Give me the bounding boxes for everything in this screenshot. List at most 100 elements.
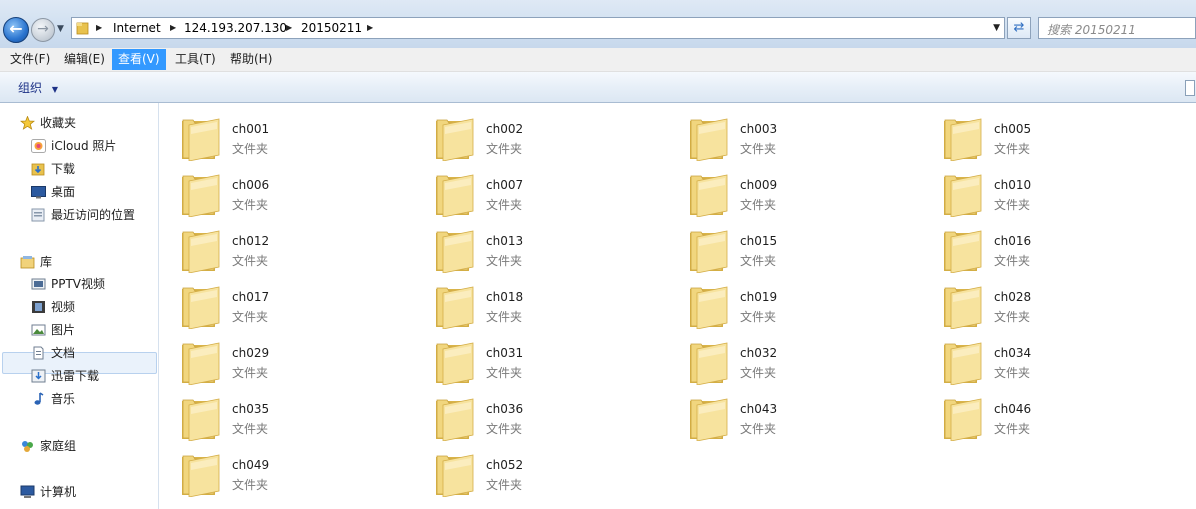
folder-item[interactable]: ch043 文件夹 — [687, 389, 937, 441]
folder-type: 文件夹 — [994, 142, 1031, 156]
folder-type: 文件夹 — [994, 198, 1031, 212]
menu-edit[interactable]: 编辑(E) — [58, 49, 111, 70]
help-icon[interactable] — [1185, 80, 1195, 96]
folder-icon — [182, 454, 220, 497]
video-library-icon — [31, 278, 46, 290]
refresh-button[interactable]: ⇄ — [1007, 17, 1031, 39]
chevron-right-icon[interactable]: ▶ — [170, 23, 176, 32]
folder-item[interactable]: ch028 文件夹 — [941, 277, 1191, 329]
folder-item[interactable]: ch034 文件夹 — [941, 333, 1191, 385]
folder-item[interactable]: ch035 文件夹 — [179, 389, 429, 441]
menu-help[interactable]: 帮助(H) — [224, 49, 278, 70]
music-note-icon — [34, 392, 44, 405]
folder-icon — [182, 342, 220, 385]
folder-icon — [436, 174, 474, 217]
folder-name: ch003 — [740, 122, 778, 136]
folder-item[interactable]: ch032 文件夹 — [687, 333, 937, 385]
folder-item[interactable]: ch016 文件夹 — [941, 221, 1191, 273]
folder-item[interactable]: ch046 文件夹 — [941, 389, 1191, 441]
folder-name: ch031 — [486, 346, 524, 360]
film-icon — [32, 301, 45, 313]
nav-label: 图片 — [51, 323, 76, 337]
breadcrumb-folder[interactable]: 20150211 — [301, 21, 362, 35]
organize-button[interactable]: 组织 ▼ — [18, 79, 58, 96]
address-bar-row: ← → ▼ ▶ Internet ▶ 124.193.207.130 ▶ 201… — [0, 0, 1196, 48]
folder-item[interactable]: ch006 文件夹 — [179, 165, 429, 217]
menu-tools[interactable]: 工具(T) — [169, 49, 222, 70]
folder-item[interactable]: ch009 文件夹 — [687, 165, 937, 217]
folder-icon — [436, 454, 474, 497]
pictures-icon — [31, 324, 46, 336]
address-box[interactable]: ▶ Internet ▶ 124.193.207.130 ▶ 20150211 … — [71, 17, 1005, 39]
folder-item[interactable]: ch015 文件夹 — [687, 221, 937, 273]
folder-name: ch017 — [232, 290, 270, 304]
icloud-photos-icon — [31, 139, 46, 153]
library-icon — [20, 256, 35, 269]
folder-name: ch006 — [232, 178, 270, 192]
navigation-pane: 收藏夹 iCloud 照片 下载 桌面 最近访问的位置 库 PPTV视频 视频 … — [0, 103, 159, 509]
folder-item[interactable]: ch017 文件夹 — [179, 277, 429, 329]
folder-name: ch005 — [994, 122, 1032, 136]
folder-name: ch010 — [994, 178, 1032, 192]
folder-item[interactable]: ch010 文件夹 — [941, 165, 1191, 217]
folder-name: ch012 — [232, 234, 270, 248]
folder-icon — [182, 230, 220, 273]
folder-type: 文件夹 — [486, 478, 523, 492]
breadcrumb-ip[interactable]: 124.193.207.130 — [184, 21, 287, 35]
forward-button[interactable]: → — [31, 18, 55, 42]
folder-item[interactable]: ch036 文件夹 — [433, 389, 683, 441]
recent-pages-dropdown[interactable]: ▼ — [57, 24, 64, 34]
folder-item[interactable]: ch005 文件夹 — [941, 109, 1191, 161]
address-dropdown-icon[interactable]: ▼ — [993, 23, 1000, 33]
folder-name: ch007 — [486, 178, 524, 192]
back-button[interactable]: ← — [3, 17, 29, 43]
folder-name: ch029 — [232, 346, 270, 360]
chevron-right-icon[interactable]: ▶ — [286, 23, 292, 32]
folder-type: 文件夹 — [740, 198, 777, 212]
folder-icon — [436, 398, 474, 441]
nav-label: 视频 — [51, 300, 76, 314]
folder-item[interactable]: ch052 文件夹 — [433, 445, 683, 497]
folder-icon — [690, 230, 728, 273]
folder-type: 文件夹 — [486, 198, 523, 212]
folder-icon — [436, 342, 474, 385]
folder-type: 文件夹 — [486, 366, 523, 380]
folder-name: ch049 — [232, 458, 270, 472]
folder-name: ch043 — [740, 402, 778, 416]
folder-type: 文件夹 — [232, 366, 269, 380]
menu-view[interactable]: 查看(V) — [112, 49, 166, 70]
folder-type: 文件夹 — [486, 142, 523, 156]
folder-item[interactable]: ch019 文件夹 — [687, 277, 937, 329]
folder-item[interactable]: ch003 文件夹 — [687, 109, 937, 161]
folder-type: 文件夹 — [740, 422, 777, 436]
menu-file[interactable]: 文件(F) — [4, 49, 56, 70]
folder-item[interactable]: ch013 文件夹 — [433, 221, 683, 273]
folder-item[interactable]: ch001 文件夹 — [179, 109, 429, 161]
folder-icon — [944, 398, 982, 441]
search-input[interactable]: 搜索 20150211 — [1038, 17, 1196, 39]
nav-label: 最近访问的位置 — [51, 208, 136, 222]
folder-item[interactable]: ch002 文件夹 — [433, 109, 683, 161]
folder-name: ch013 — [486, 234, 524, 248]
folder-item[interactable]: ch031 文件夹 — [433, 333, 683, 385]
folder-name: ch034 — [994, 346, 1032, 360]
folder-item[interactable]: ch049 文件夹 — [179, 445, 429, 497]
folder-icon — [690, 174, 728, 217]
breadcrumb-internet[interactable]: Internet — [113, 21, 161, 35]
star-icon — [20, 116, 35, 130]
homegroup-icon — [22, 441, 33, 452]
folder-type: 文件夹 — [232, 254, 269, 268]
folder-name: ch018 — [486, 290, 524, 304]
chevron-right-icon[interactable]: ▶ — [367, 23, 373, 32]
folder-item[interactable]: ch029 文件夹 — [179, 333, 429, 385]
folder-name: ch028 — [994, 290, 1032, 304]
folder-item[interactable]: ch018 文件夹 — [433, 277, 683, 329]
chevron-down-icon: ▼ — [51, 85, 58, 94]
folder-icon — [182, 286, 220, 329]
folder-item[interactable]: ch007 文件夹 — [433, 165, 683, 217]
chevron-right-icon[interactable]: ▶ — [96, 23, 102, 32]
folder-icon — [690, 398, 728, 441]
folder-item[interactable]: ch012 文件夹 — [179, 221, 429, 273]
folder-name: ch016 — [994, 234, 1032, 248]
documents-icon — [33, 346, 44, 360]
